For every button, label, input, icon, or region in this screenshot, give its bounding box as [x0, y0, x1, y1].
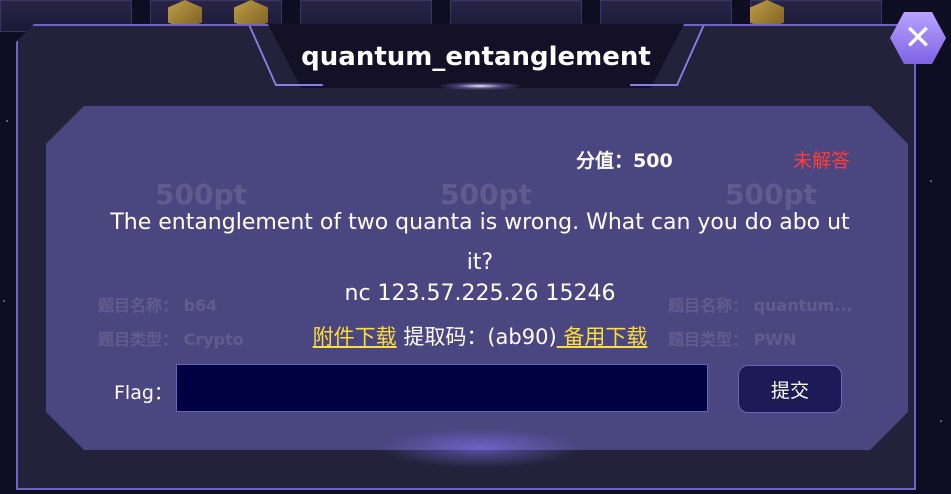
bottom-glow-decoration — [380, 428, 580, 468]
flag-label: Flag： — [114, 382, 173, 404]
challenge-description: The entanglement of two quanta is wrong.… — [110, 210, 850, 275]
submit-button[interactable]: 提交 — [738, 365, 842, 413]
download-links-row: 附件下载 提取码：(ab90) 备用下载 — [100, 321, 860, 351]
attachment-download-link[interactable]: 附件下载 — [313, 325, 397, 349]
status-badge: 未解答 — [793, 150, 851, 172]
close-icon[interactable]: ✕ — [904, 18, 933, 58]
extract-code-text: 提取码：(ab90) — [396, 325, 557, 349]
score-label: 分值：500 — [576, 150, 673, 172]
backup-download-link[interactable]: 备用下载 — [557, 325, 647, 349]
title-glow — [440, 82, 520, 90]
flag-input[interactable] — [176, 364, 708, 412]
connection-command: nc 123.57.225.26 15246 — [344, 281, 616, 306]
challenge-title: quantum_entanglement — [301, 42, 651, 72]
